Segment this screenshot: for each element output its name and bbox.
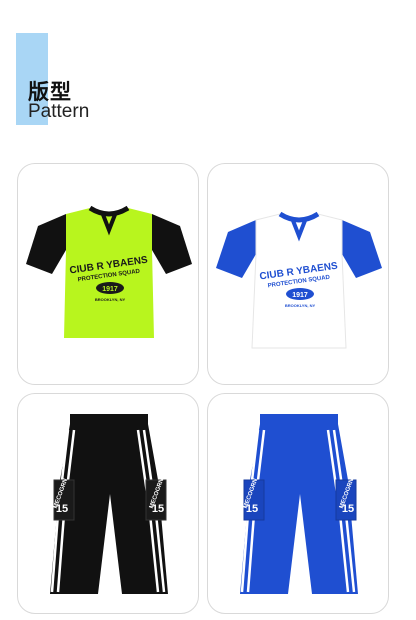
tshirt-left-sleeve bbox=[216, 220, 256, 278]
pants-pocket-number-right: 15 bbox=[152, 503, 164, 515]
product-card-green-tshirt[interactable]: CIUB R YBAENS PROTECTION SQUAD 1917 BROO… bbox=[17, 163, 199, 385]
tshirt-print-small: BROOKLYN, NY bbox=[285, 303, 316, 308]
tshirt-collar bbox=[88, 205, 130, 217]
blue-pants-image: MECOGRN 15 MECOGRN 15 bbox=[240, 414, 358, 600]
tshirt-print-badge-text: 1917 bbox=[102, 286, 118, 293]
green-tshirt-image: CIUB R YBAENS PROTECTION SQUAD 1917 BROO… bbox=[26, 205, 192, 338]
pants-pocket-number-left: 15 bbox=[246, 503, 258, 515]
product-card-blue-tshirt[interactable]: CIUB R YBAENS PROTECTION SQUAD 1917 BROO… bbox=[207, 163, 389, 385]
tshirt-print-badge-text: 1917 bbox=[292, 292, 308, 299]
product-card-blue-pants[interactable]: MECOGRN 15 MECOGRN 15 bbox=[207, 393, 389, 614]
pants-pocket-number-right: 15 bbox=[342, 503, 354, 515]
tshirt-left-sleeve bbox=[26, 214, 66, 274]
blue-tshirt-image: CIUB R YBAENS PROTECTION SQUAD 1917 BROO… bbox=[216, 211, 382, 349]
section-title-english: Pattern bbox=[28, 101, 90, 122]
section-header: 版型 Pattern bbox=[0, 0, 416, 150]
pants-pocket-number-left: 15 bbox=[56, 503, 68, 515]
tshirt-right-sleeve bbox=[342, 220, 382, 278]
black-pants-image: MECOGRN 15 MECOGRN 15 bbox=[50, 414, 168, 600]
tshirt-print-small: BROOKLYN, NY bbox=[95, 297, 126, 302]
product-card-black-pants[interactable]: MECOGRN 15 MECOGRN 15 bbox=[17, 393, 199, 614]
pants-drawstring-right bbox=[145, 594, 153, 600]
tshirt-collar bbox=[278, 211, 320, 223]
tshirt-right-sleeve bbox=[152, 214, 192, 274]
pants-drawstring-right bbox=[335, 594, 343, 600]
pants-drawstring-left bbox=[259, 594, 267, 600]
pants-drawstring-left bbox=[69, 594, 77, 600]
